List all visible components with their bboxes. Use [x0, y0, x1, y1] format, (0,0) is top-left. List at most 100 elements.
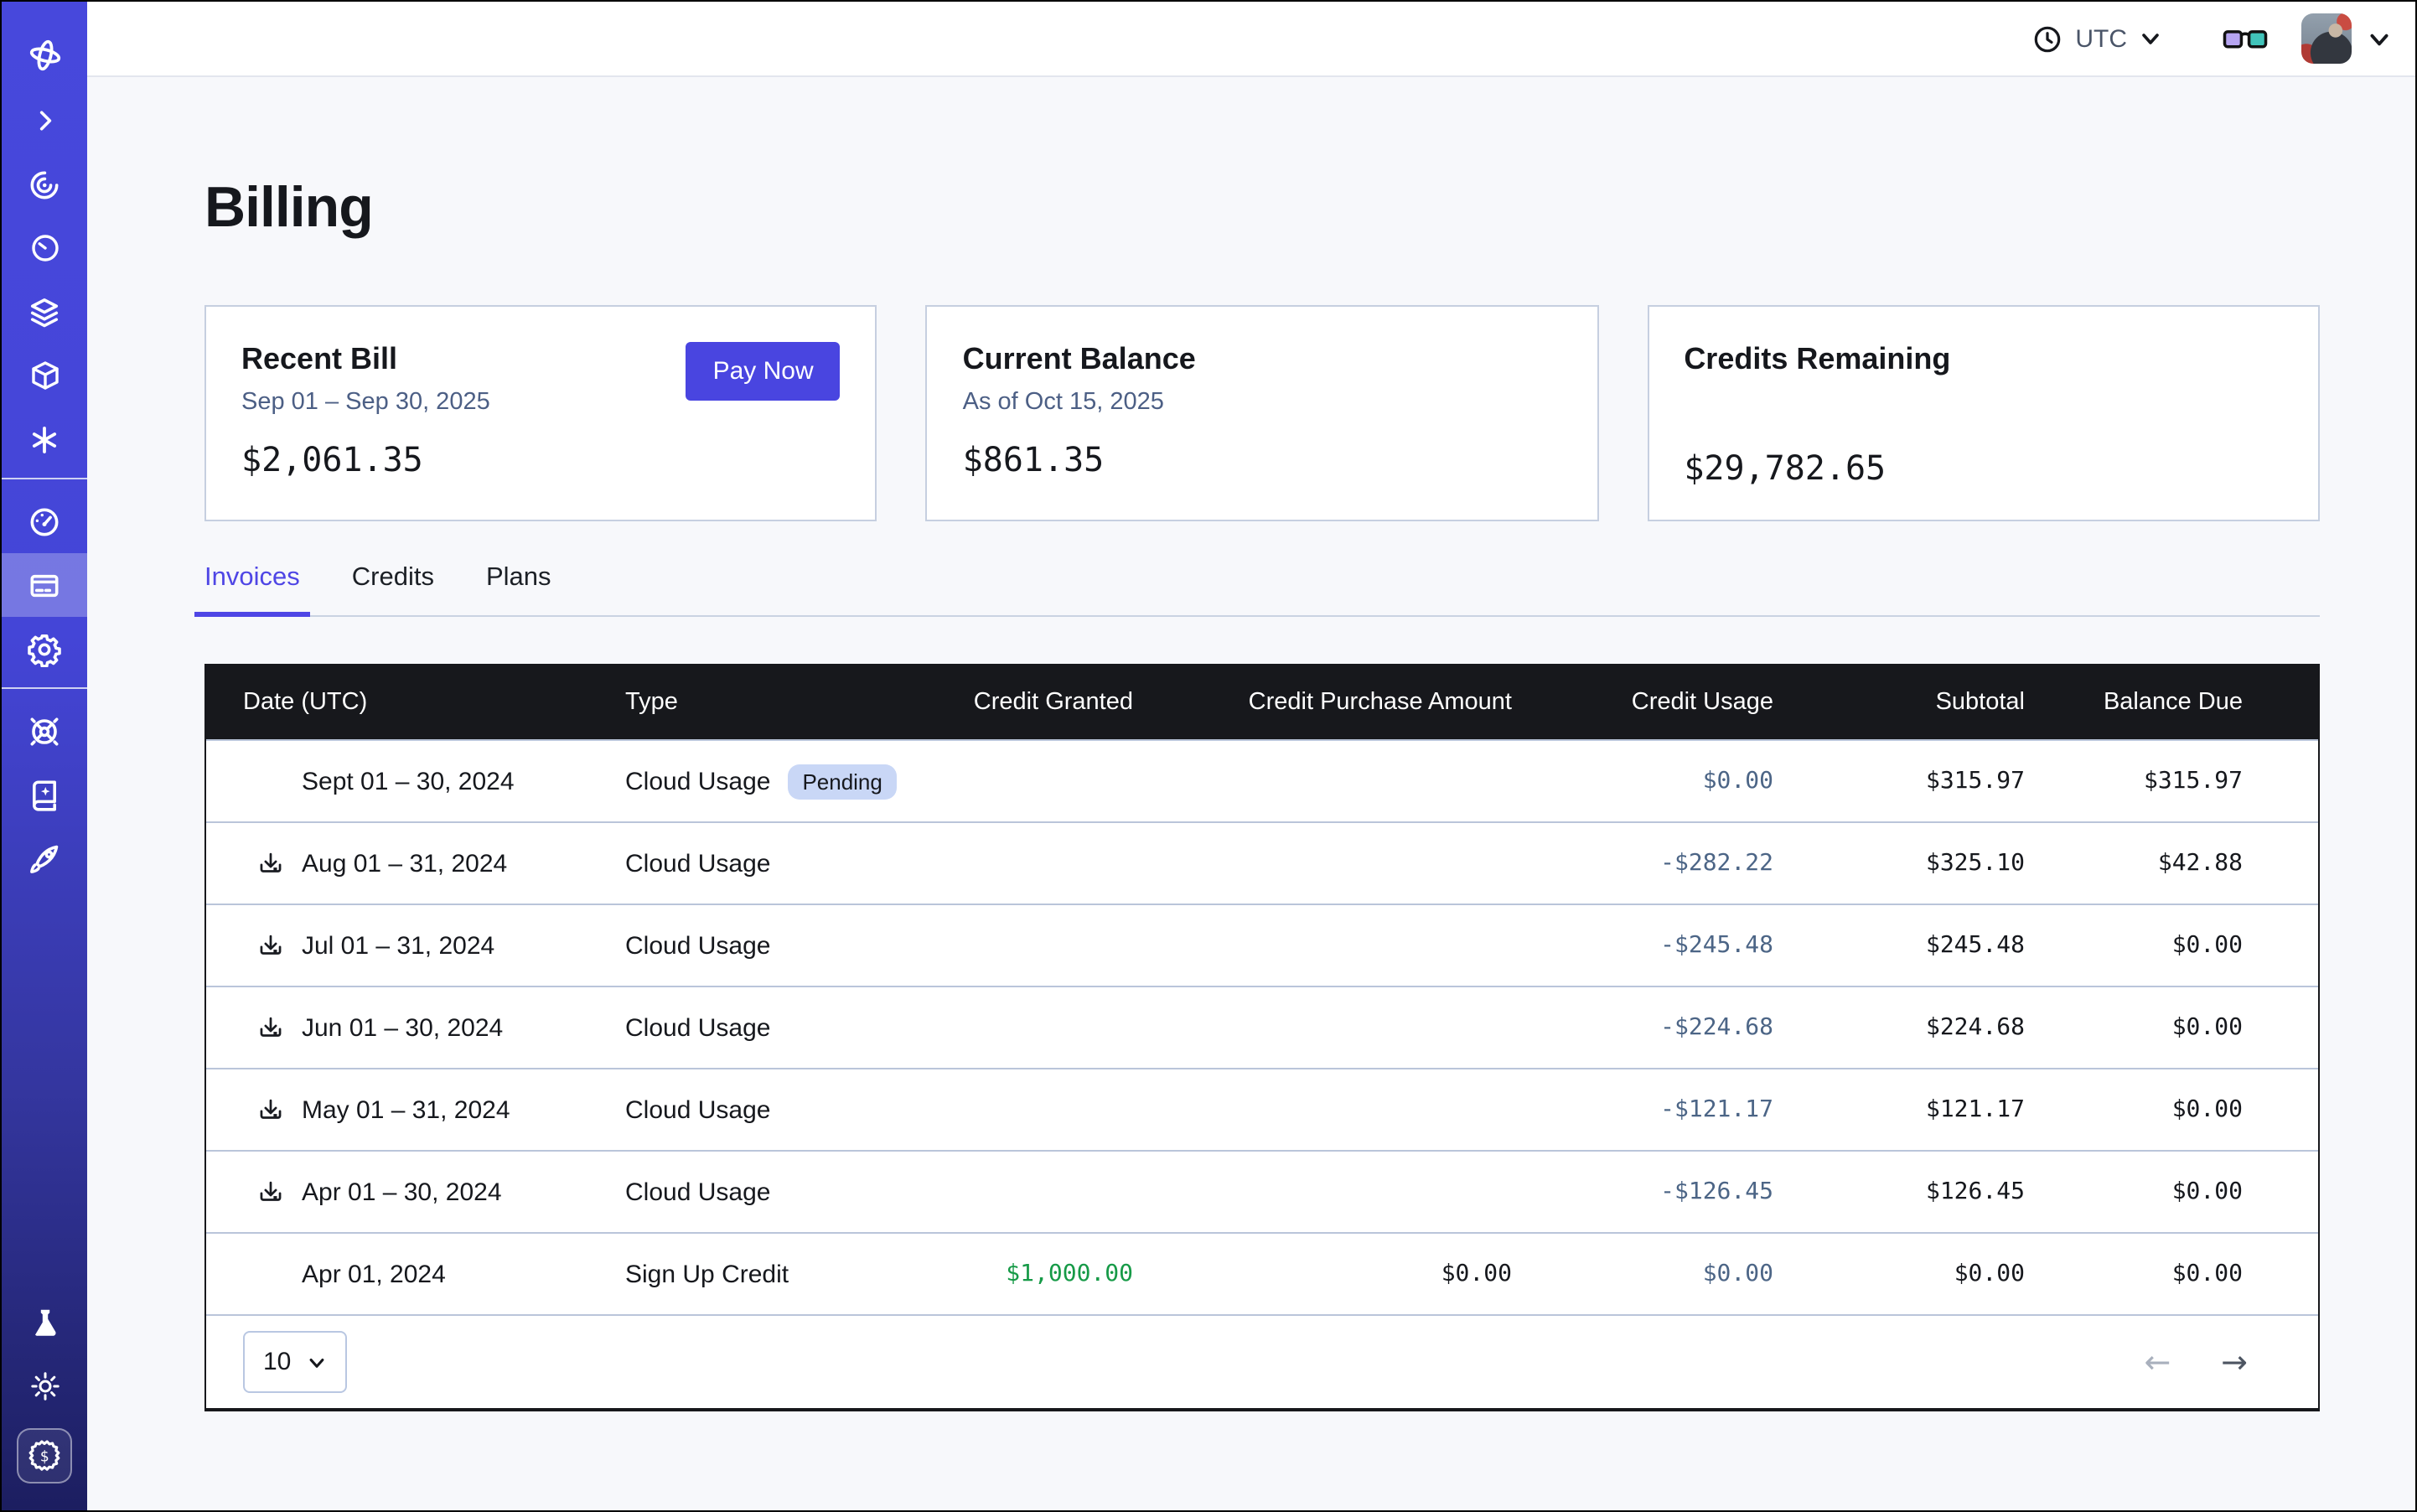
subtotal: $315.97	[1773, 768, 2025, 795]
summary-cards: Recent Bill Sep 01 – Sep 30, 2025 $2,061…	[204, 305, 2320, 521]
table-row: Jun 01 – 30, 2024 Cloud Usage -$224.68 $…	[206, 986, 2318, 1068]
dollar-badge-icon[interactable]: $	[17, 1428, 72, 1484]
chevron-down-icon	[2139, 27, 2162, 50]
credit-usage: -$282.22	[1512, 850, 1773, 877]
page-size-value: 10	[263, 1348, 291, 1376]
page-title: Billing	[204, 176, 2320, 241]
subtotal: $0.00	[1773, 1261, 2025, 1287]
download-invoice-button[interactable]	[256, 1178, 285, 1206]
column-header: Credit Granted	[944, 689, 1133, 716]
book-sparkle-icon[interactable]	[2, 763, 87, 826]
arrow-right-icon[interactable]: →	[2221, 1344, 2248, 1380]
card-amount: $2,061.35	[241, 439, 841, 479]
invoice-type: Cloud Usage	[625, 1013, 770, 1042]
table-header: Date (UTC) Type Credit Granted Credit Pu…	[206, 665, 2318, 739]
invoice-type-cell: Cloud Usage	[608, 931, 944, 960]
card-subtitle: As of Oct 15, 2025	[963, 389, 1562, 416]
invoice-type: Sign Up Credit	[625, 1260, 789, 1288]
invoices-table: Date (UTC) Type Credit Granted Credit Pu…	[204, 664, 2320, 1411]
sidebar-divider	[2, 478, 87, 479]
gear-icon[interactable]	[2, 617, 87, 681]
cube-icon[interactable]	[2, 344, 87, 407]
tab-credits[interactable]: Credits	[352, 563, 434, 615]
tab-plans[interactable]: Plans	[486, 563, 551, 615]
billing-icon[interactable]	[2, 553, 87, 617]
invoice-date: Jun 01 – 30, 2024	[302, 1013, 503, 1042]
sidebar: $	[2, 2, 87, 1510]
credit-purchase-amount: $0.00	[1133, 1261, 1512, 1287]
sun-icon[interactable]	[2, 1354, 87, 1418]
invoice-type-cell: Cloud Usage	[608, 1095, 944, 1124]
credit-usage: $0.00	[1512, 768, 1773, 795]
spiral-icon[interactable]	[2, 153, 87, 216]
table-row: Apr 01, 2024 Sign Up Credit $1,000.00 $0…	[206, 1232, 2318, 1314]
invoice-date-cell: Apr 01, 2024	[206, 1260, 608, 1288]
column-header: Credit Usage	[1512, 689, 1773, 716]
download-invoice-button[interactable]	[256, 1013, 285, 1042]
page-size-select[interactable]: 10	[243, 1331, 346, 1393]
timer-icon[interactable]	[2, 216, 87, 280]
pay-now-button[interactable]: Pay Now	[686, 342, 841, 401]
column-header: Subtotal	[1773, 689, 2025, 716]
subtotal: $224.68	[1773, 1014, 2025, 1041]
table-footer: 10 ← →	[206, 1314, 2318, 1408]
balance-due: $42.88	[2025, 850, 2321, 877]
timezone-selector[interactable]: UTC	[2031, 23, 2162, 54]
column-header: Credit Purchase Amount	[1133, 689, 1512, 716]
invoice-date-cell: Apr 01 – 30, 2024	[206, 1178, 608, 1206]
credit-usage: $0.00	[1512, 1261, 1773, 1287]
app-window: $ UTC	[0, 0, 2417, 1512]
timezone-label: UTC	[2075, 24, 2127, 53]
invoice-type-cell: Cloud Usage Pending	[608, 764, 944, 799]
invoice-type: Cloud Usage	[625, 767, 770, 795]
table-row: Jul 01 – 31, 2024 Cloud Usage -$245.48 $…	[206, 904, 2318, 986]
collapse-icon[interactable]	[2, 89, 87, 153]
clock-icon	[2031, 23, 2063, 54]
download-invoice-button[interactable]	[256, 849, 285, 878]
billing-tabs: Invoices Credits Plans	[204, 563, 2320, 617]
balance-due: $0.00	[2025, 932, 2321, 959]
svg-text:$: $	[40, 1447, 49, 1465]
invoice-date: May 01 – 31, 2024	[302, 1095, 510, 1124]
invoice-date-cell: Jul 01 – 31, 2024	[206, 931, 608, 960]
rocket-icon[interactable]	[2, 826, 87, 890]
download-invoice-button[interactable]	[256, 931, 285, 960]
column-header: Date (UTC)	[206, 689, 608, 716]
download-invoice-button[interactable]	[256, 1095, 285, 1124]
helm-icon[interactable]	[2, 699, 87, 763]
card-title: Credits Remaining	[1684, 342, 2283, 377]
credit-usage: -$126.45	[1512, 1178, 1773, 1205]
tab-invoices[interactable]: Invoices	[204, 563, 300, 615]
column-header: Balance Due	[2025, 689, 2321, 716]
invoice-date: Aug 01 – 31, 2024	[302, 849, 507, 878]
layers-icon[interactable]	[2, 280, 87, 344]
table-row: Sept 01 – 30, 2024 Cloud Usage Pending $…	[206, 739, 2318, 821]
logo-icon[interactable]	[2, 22, 87, 89]
asterisk-icon[interactable]	[2, 407, 87, 471]
credit-usage: -$121.17	[1512, 1096, 1773, 1123]
subtotal: $245.48	[1773, 932, 2025, 959]
glasses-icon[interactable]	[2223, 24, 2268, 53]
invoice-date-cell: Sept 01 – 30, 2024	[206, 767, 608, 795]
invoice-date: Apr 01, 2024	[302, 1260, 446, 1288]
invoice-date-cell: May 01 – 31, 2024	[206, 1095, 608, 1124]
subtotal: $121.17	[1773, 1096, 2025, 1123]
chevron-down-icon[interactable]	[2367, 26, 2392, 51]
invoice-type-cell: Cloud Usage	[608, 1178, 944, 1206]
invoice-type: Cloud Usage	[625, 1178, 770, 1206]
balance-due: $315.97	[2025, 768, 2321, 795]
content: Billing Recent Bill Sep 01 – Sep 30, 202…	[87, 77, 2415, 1510]
invoice-date: Sept 01 – 30, 2024	[302, 767, 515, 795]
avatar[interactable]	[2301, 13, 2352, 64]
card-recent-bill: Recent Bill Sep 01 – Sep 30, 2025 $2,061…	[204, 305, 877, 521]
arrow-left-icon[interactable]: ←	[2144, 1344, 2171, 1380]
invoice-date: Jul 01 – 31, 2024	[302, 931, 494, 960]
balance-due: $0.00	[2025, 1178, 2321, 1205]
credit-granted: $1,000.00	[944, 1261, 1133, 1287]
chevron-down-icon	[306, 1352, 326, 1372]
card-amount: $29,782.65	[1684, 448, 2283, 488]
invoice-date-cell: Aug 01 – 31, 2024	[206, 849, 608, 878]
gauge-icon[interactable]	[2, 489, 87, 553]
flask-icon[interactable]	[2, 1291, 87, 1354]
card-current-balance: Current Balance As of Oct 15, 2025 $861.…	[926, 305, 1599, 521]
